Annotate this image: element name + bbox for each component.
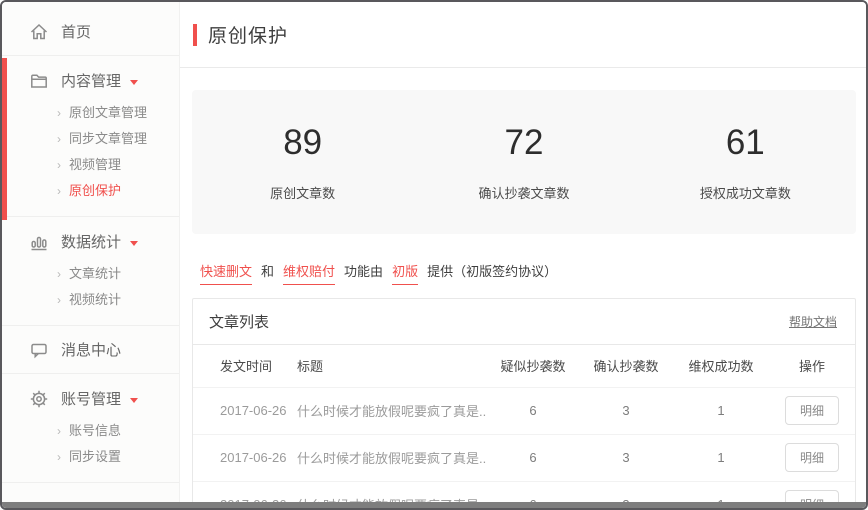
table-row: 2017-06-26 什么时候才能放假呢要疯了真是... 6 3 1 明细	[193, 387, 855, 434]
home-icon	[29, 22, 49, 42]
chevron-down-icon	[130, 398, 138, 403]
active-section-accent-bar	[2, 58, 7, 220]
cell-confirmed: 3	[579, 387, 673, 434]
sidebar-subitem-label: 原创文章管理	[69, 106, 147, 120]
help-doc-link[interactable]: 帮助文档	[789, 313, 837, 330]
cell-claim-success: 1	[673, 434, 769, 481]
rights-compensation-link[interactable]: 维权赔付	[283, 261, 335, 285]
sidebar-item-home[interactable]: 首页	[2, 8, 179, 55]
chevron-right-icon: ›	[57, 106, 61, 120]
notice-text: 和	[261, 261, 274, 280]
stat-value: 89	[192, 123, 413, 163]
sidebar-subitem-label: 同步文章管理	[69, 132, 147, 146]
sidebar-item-original-protection[interactable]: › 原创保护	[2, 178, 179, 204]
col-actions: 操作	[769, 345, 855, 387]
sidebar-subitem-label: 同步设置	[69, 450, 121, 464]
sidebar-item-data-statistics[interactable]: 数据统计	[2, 217, 179, 261]
cell-suspected: 6	[487, 387, 579, 434]
sidebar-item-article-statistics[interactable]: › 文章统计	[2, 261, 179, 287]
sidebar-item-original-article-management[interactable]: › 原创文章管理	[2, 100, 179, 126]
notice-text: 提供（初版签约协议）	[427, 261, 557, 280]
stats-summary-panel: 89 原创文章数 72 确认抄袭文章数 61 授权成功文章数	[192, 90, 856, 234]
quick-delete-link[interactable]: 快速删文	[200, 261, 252, 285]
sidebar-item-sync-settings[interactable]: › 同步设置	[2, 444, 179, 470]
sidebar-item-message-center[interactable]: 消息中心	[2, 326, 179, 373]
cell-confirmed: 3	[579, 434, 673, 481]
chevron-down-icon	[130, 80, 138, 85]
folder-icon	[29, 71, 49, 91]
sidebar-group-content: 内容管理 › 原创文章管理 › 同步文章管理 › 视频管理 › 原创保护	[2, 56, 179, 216]
main-content: 原创保护 89 原创文章数 72 确认抄袭文章数 61 授权成功文章数	[180, 2, 866, 508]
sidebar-item-label: 首页	[61, 21, 91, 42]
chuban-link[interactable]: 初版	[392, 261, 418, 285]
sidebar-item-account-info[interactable]: › 账号信息	[2, 418, 179, 444]
stat-label: 确认抄袭文章数	[413, 183, 634, 202]
col-title: 标题	[297, 345, 487, 387]
chevron-right-icon: ›	[57, 184, 61, 198]
sidebar: 首页 内容管理 › 原创文章管理 › 同步文章管理	[2, 2, 180, 508]
gear-icon	[29, 389, 49, 409]
chevron-right-icon: ›	[57, 158, 61, 172]
bottom-scrollbar[interactable]	[2, 502, 866, 508]
col-suspected-plagiarism: 疑似抄袭数	[487, 345, 579, 387]
page-title: 原创保护	[208, 21, 288, 48]
cell-date: 2017-06-26	[193, 387, 297, 434]
sidebar-item-label: 内容管理	[61, 70, 121, 91]
stat-value: 61	[635, 123, 856, 163]
sidebar-item-video-statistics[interactable]: › 视频统计	[2, 287, 179, 313]
col-confirmed-plagiarism: 确认抄袭数	[579, 345, 673, 387]
page-header: 原创保护	[180, 2, 866, 68]
message-icon	[29, 340, 49, 360]
stat-label: 授权成功文章数	[635, 183, 856, 202]
chevron-right-icon: ›	[57, 450, 61, 464]
app-window: 首页 内容管理 › 原创文章管理 › 同步文章管理	[0, 0, 868, 510]
sidebar-divider	[2, 482, 179, 483]
sidebar-item-label: 账号管理	[61, 388, 121, 409]
sidebar-group-statistics: 数据统计 › 文章统计 › 视频统计	[2, 217, 179, 325]
stat-original-articles: 89 原创文章数	[192, 123, 413, 202]
sidebar-item-label: 消息中心	[61, 339, 121, 360]
cell-claim-success: 1	[673, 387, 769, 434]
bar-chart-icon	[29, 232, 49, 252]
detail-button[interactable]: 明细	[785, 443, 839, 472]
stat-value: 72	[413, 123, 634, 163]
cell-title: 什么时候才能放假呢要疯了真是...	[297, 387, 487, 434]
chevron-right-icon: ›	[57, 267, 61, 281]
stat-label: 原创文章数	[192, 183, 413, 202]
notice-text: 功能由	[344, 261, 383, 280]
feature-notice: 快速删文 和 维权赔付 功能由 初版 提供（初版签约协议）	[200, 261, 856, 285]
chevron-right-icon: ›	[57, 132, 61, 146]
article-list-header: 文章列表 帮助文档	[193, 299, 855, 345]
sidebar-subitem-label: 文章统计	[69, 267, 121, 281]
title-accent-mark	[193, 24, 197, 46]
cell-suspected: 6	[487, 434, 579, 481]
col-publish-time: 发文时间	[193, 345, 297, 387]
chevron-right-icon: ›	[57, 424, 61, 438]
article-list-panel: 文章列表 帮助文档 发文时间 标题 疑似抄袭数 确认抄袭数 维权成功数	[192, 298, 856, 510]
sidebar-item-video-management[interactable]: › 视频管理	[2, 152, 179, 178]
sidebar-subitem-label: 账号信息	[69, 424, 121, 438]
sidebar-item-sync-article-management[interactable]: › 同步文章管理	[2, 126, 179, 152]
detail-button[interactable]: 明细	[785, 396, 839, 425]
article-table: 发文时间 标题 疑似抄袭数 确认抄袭数 维权成功数 操作 2017-06-26 …	[193, 345, 855, 510]
sidebar-item-content-management[interactable]: 内容管理	[2, 56, 179, 100]
cell-date: 2017-06-26	[193, 434, 297, 481]
sidebar-item-label: 数据统计	[61, 231, 121, 252]
chevron-down-icon	[130, 241, 138, 246]
sidebar-group-account: 账号管理 › 账号信息 › 同步设置	[2, 374, 179, 482]
sidebar-subitem-label: 视频管理	[69, 158, 121, 172]
page-body: 89 原创文章数 72 确认抄袭文章数 61 授权成功文章数 快速删文 和 维权…	[180, 68, 866, 510]
sidebar-item-account-management[interactable]: 账号管理	[2, 374, 179, 418]
sidebar-subitem-label: 视频统计	[69, 293, 121, 307]
col-rights-success: 维权成功数	[673, 345, 769, 387]
table-row: 2017-06-26 什么时候才能放假呢要疯了真是... 6 3 1 明细	[193, 434, 855, 481]
table-header-row: 发文时间 标题 疑似抄袭数 确认抄袭数 维权成功数 操作	[193, 345, 855, 387]
stat-authorized-success: 61 授权成功文章数	[635, 123, 856, 202]
cell-title: 什么时候才能放假呢要疯了真是...	[297, 434, 487, 481]
chevron-right-icon: ›	[57, 293, 61, 307]
sidebar-subitem-label: 原创保护	[69, 184, 121, 198]
article-list-title: 文章列表	[209, 311, 269, 332]
stat-confirmed-plagiarism: 72 确认抄袭文章数	[413, 123, 634, 202]
